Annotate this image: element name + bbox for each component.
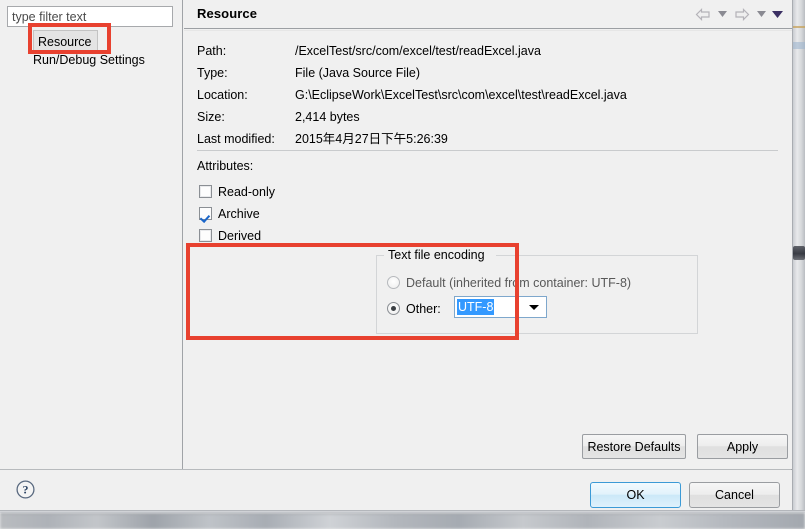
checkbox-archive[interactable]: Archive (199, 205, 260, 223)
forward-arrow-icon[interactable] (732, 5, 752, 23)
back-history-chevron-down-icon[interactable] (716, 5, 729, 23)
radio-encoding-default-label: Default (inherited from container: UTF-8… (406, 276, 632, 290)
info-label-size: Size: (197, 110, 225, 124)
radio-encoding-other-label: Other: (406, 302, 441, 316)
background-window-band-3 (793, 246, 805, 260)
info-value-size: 2,414 bytes (295, 110, 360, 124)
cancel-label: Cancel (715, 488, 754, 502)
page-header: Resource (184, 0, 792, 29)
chevron-down-icon[interactable] (529, 305, 539, 310)
page-title: Resource (197, 6, 258, 21)
ok-label: OK (626, 488, 645, 502)
radio-encoding-default[interactable]: Default (inherited from container: UTF-8… (387, 274, 631, 292)
restore-defaults-button[interactable]: Restore Defaults (582, 434, 686, 459)
properties-dialog: type filter text Resource Run/Debug Sett… (0, 0, 792, 513)
text-file-encoding-group: Text file encoding Default (inherited fr… (376, 248, 698, 334)
cancel-button[interactable]: Cancel (689, 482, 780, 508)
encoding-combo-value: UTF-8 (457, 299, 495, 315)
encoding-combo[interactable]: UTF-8 (454, 296, 547, 318)
radio-encoding-other[interactable]: Other: (387, 300, 441, 318)
info-row-size: Size: 2,414 bytes (197, 106, 627, 128)
page-menu-chevron-down-icon[interactable] (771, 5, 784, 23)
checkbox-derived[interactable]: Derived (199, 227, 261, 245)
back-arrow-icon[interactable] (693, 5, 713, 23)
fieldset-top-right-rule (496, 255, 698, 256)
attributes-title: Attributes: (197, 159, 254, 173)
page-header-underline (184, 30, 792, 31)
info-divider (197, 150, 778, 151)
background-window-band-1 (793, 26, 805, 28)
fieldset-top-left-rule (376, 255, 384, 256)
info-label-location: Location: (197, 88, 248, 102)
info-row-location: Location: G:\EclipseWork\ExcelTest\src\co… (197, 84, 627, 106)
radio-encoding-default-dot (387, 276, 400, 289)
page-nav-icons (693, 5, 784, 23)
checkbox-archive-label: Archive (218, 207, 260, 221)
dialog-right-pane: Resource Path: /ExcelTest/src/com/excel/… (184, 0, 792, 469)
background-window-sliver (792, 0, 805, 513)
forward-history-chevron-down-icon[interactable] (755, 5, 768, 23)
info-row-type: Type: File (Java Source File) (197, 62, 627, 84)
ok-button[interactable]: OK (590, 482, 681, 508)
checkbox-archive-box (199, 207, 212, 220)
resource-info-block: Path: /ExcelTest/src/com/excel/test/readE… (197, 40, 627, 150)
text-file-encoding-fieldset (376, 255, 698, 334)
info-label-type: Type: (197, 66, 228, 80)
apply-label: Apply (726, 439, 759, 454)
checkbox-derived-box (199, 229, 212, 242)
text-file-encoding-legend: Text file encoding (385, 248, 488, 263)
info-label-last-modified: Last modified: (197, 132, 275, 146)
checkbox-read-only[interactable]: Read-only (199, 183, 275, 201)
dialog-left-pane: type filter text Resource Run/Debug Sett… (0, 0, 183, 469)
checkbox-read-only-label: Read-only (218, 185, 275, 199)
info-label-path: Path: (197, 44, 227, 58)
restore-defaults-label: Restore Defaults (587, 439, 681, 454)
info-value-location: G:\EclipseWork\ExcelTest\src\com\excel\t… (295, 88, 627, 102)
screenshot-root: type filter text Resource Run/Debug Sett… (0, 0, 805, 529)
svg-text:?: ? (23, 483, 29, 497)
info-value-path: /ExcelTest/src/com/excel/test/readExcel.… (295, 44, 541, 58)
radio-encoding-other-dot (387, 302, 400, 315)
tree-item-resource[interactable]: Resource (0, 30, 183, 54)
tree-item-run-debug-settings[interactable]: Run/Debug Settings (0, 50, 183, 70)
desktop-taskbar-strip (0, 513, 805, 529)
background-window-band-2 (793, 42, 805, 49)
checkbox-derived-label: Derived (218, 229, 262, 243)
info-row-path: Path: /ExcelTest/src/com/excel/test/readE… (197, 40, 627, 62)
info-value-last-modified: 2015年4月27日下午5:26:39 (295, 132, 448, 146)
filter-input[interactable]: type filter text (7, 6, 173, 27)
help-question-icon[interactable]: ? (16, 480, 35, 499)
checkbox-read-only-box (199, 185, 212, 198)
info-row-last-modified: Last modified: 2015年4月27日下午5:26:39 (197, 128, 627, 150)
tree-item-run-debug-settings-label: Run/Debug Settings (33, 53, 145, 67)
settings-tree: Resource Run/Debug Settings (0, 30, 183, 70)
info-value-type: File (Java Source File) (295, 66, 421, 80)
apply-button[interactable]: Apply (697, 434, 788, 459)
